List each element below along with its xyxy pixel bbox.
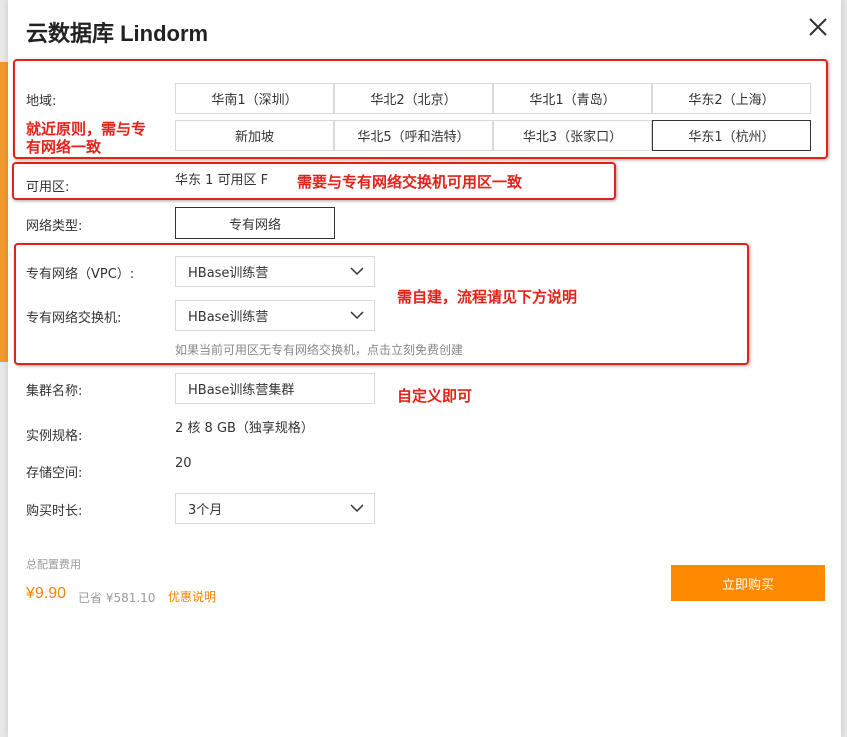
background-orange-strip bbox=[0, 62, 8, 362]
region-annotation-box bbox=[13, 59, 828, 159]
spec-value: 2 核 8 GB（独享规格） bbox=[175, 421, 314, 436]
buy-now-button[interactable]: 立即购买 bbox=[671, 565, 825, 601]
total-price: ¥9.90 bbox=[26, 585, 67, 602]
background-page-right bbox=[841, 0, 847, 737]
duration-select-value: 3个月 bbox=[188, 503, 223, 518]
purchase-dialog: 云数据库 Lindorm 地域: 华南1（深圳） 华北2（北京） 华北1（青岛）… bbox=[8, 0, 841, 737]
dialog-title: 云数据库 Lindorm bbox=[26, 21, 209, 46]
close-icon[interactable] bbox=[807, 16, 829, 38]
cluster-name-input[interactable] bbox=[175, 373, 375, 404]
total-fee-label: 总配置费用 bbox=[26, 558, 81, 571]
vpc-annotation-box bbox=[14, 243, 749, 365]
region-annotation-line2: 有网络一致 bbox=[26, 138, 102, 156]
zone-annotation: 需要与专有网络交换机可用区一致 bbox=[297, 173, 523, 191]
spec-label: 实例规格: bbox=[26, 429, 83, 444]
storage-label: 存储空间: bbox=[26, 466, 83, 481]
saved-amount: 已省 ¥581.10 bbox=[78, 591, 156, 605]
network-type-vpc-option[interactable]: 专有网络 bbox=[175, 207, 335, 239]
duration-select[interactable]: 3个月 bbox=[175, 493, 375, 524]
cluster-name-label: 集群名称: bbox=[26, 384, 83, 399]
cluster-name-annotation: 自定义即可 bbox=[397, 387, 473, 405]
promo-link[interactable]: 优惠说明 bbox=[168, 588, 216, 605]
vpc-annotation: 需自建，流程请见下方说明 bbox=[397, 288, 578, 306]
background-page-left bbox=[0, 0, 8, 737]
chevron-down-icon bbox=[350, 504, 364, 513]
duration-label: 购买时长: bbox=[26, 504, 83, 519]
storage-value: 20 bbox=[175, 456, 192, 471]
network-type-label: 网络类型: bbox=[26, 219, 83, 234]
